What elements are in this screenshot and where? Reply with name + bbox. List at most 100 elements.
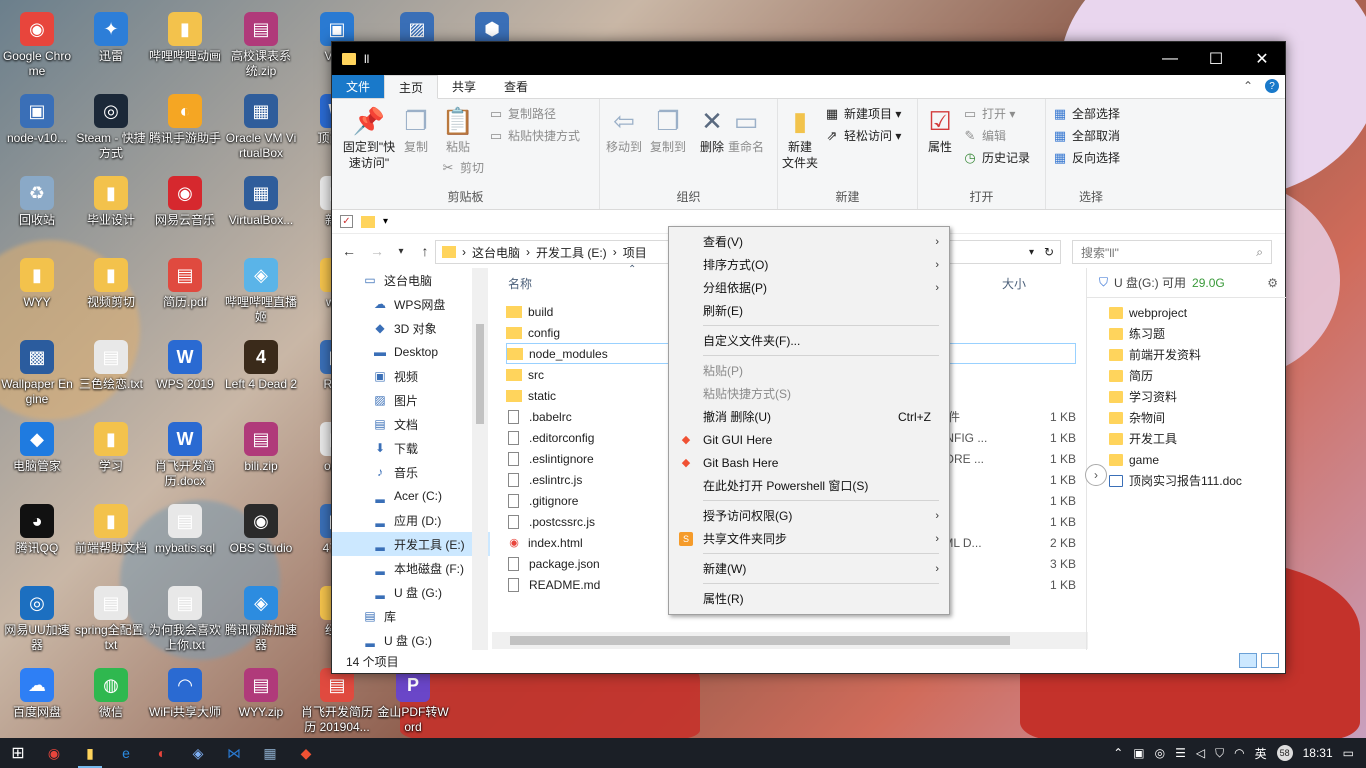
tab-file[interactable]: 文件: [332, 75, 385, 98]
column-size[interactable]: 大小: [1002, 275, 1026, 292]
select-all-button[interactable]: ▦ 全部选择: [1052, 105, 1120, 122]
edge-icon[interactable]: e: [108, 738, 144, 768]
nav-item[interactable]: ▂ U 盘 (G:): [332, 580, 490, 604]
cut-button[interactable]: ✂ 剪切: [440, 159, 484, 176]
desktop-icon[interactable]: ▦ VirtualBox...: [224, 172, 298, 250]
forward-arrow-icon[interactable]: →: [368, 243, 386, 259]
volume-icon[interactable]: ◁: [1196, 746, 1205, 760]
menu-item[interactable]: 授予访问权限(G) ›: [669, 504, 949, 527]
move-to-button[interactable]: ⇦ 移动到: [606, 105, 642, 155]
desktop-icon[interactable]: ◠ WiFi共享大师: [148, 664, 222, 742]
desktop-icon[interactable]: P 金山PDF转Word: [376, 664, 450, 742]
nav-item[interactable]: ▬ Desktop: [332, 340, 490, 364]
new-folder-button[interactable]: ▮ 新建 文件夹: [782, 105, 818, 171]
desktop-icon[interactable]: ▣ node-v10...: [0, 90, 74, 168]
desktop-icon[interactable]: W 肖飞开发简历.docx: [148, 418, 222, 496]
copy-button[interactable]: ❐ 复制: [400, 105, 432, 155]
desktop-icon[interactable]: ▤ spring全配置.txt: [74, 582, 148, 660]
tray-shield-icon[interactable]: ⛉: [1215, 746, 1224, 761]
desktop-icon[interactable]: ◎ Steam - 快捷方式: [74, 90, 148, 168]
desktop-icon[interactable]: ▮ 学习: [74, 418, 148, 496]
nav-item[interactable]: ▤ 库: [332, 604, 490, 628]
ribbon-collapse-icon[interactable]: ⌃: [1243, 79, 1253, 93]
qat-dropdown-icon[interactable]: ▾: [383, 216, 388, 227]
tab-home[interactable]: 主页: [384, 75, 439, 99]
desktop-icon[interactable]: ▮ 前端帮助文档: [74, 500, 148, 578]
desktop-icon[interactable]: ▤ 肖飞开发简历 历 201904...: [300, 664, 374, 742]
breadcrumb-drive-e[interactable]: 开发工具 (E:): [536, 244, 607, 261]
delete-button[interactable]: ✕ 删除: [696, 105, 728, 155]
desktop-icon[interactable]: ☁ 百度网盘: [0, 664, 74, 742]
sync-list-item[interactable]: 前端开发资料: [1087, 344, 1286, 365]
clock[interactable]: 18:31: [1303, 746, 1333, 760]
menu-item[interactable]: 查看(V) ›: [669, 230, 949, 253]
rename-button[interactable]: ▭ 重命名: [728, 105, 764, 155]
tray-app-icon[interactable]: ▣: [1133, 746, 1144, 760]
sync-list-item[interactable]: game: [1087, 449, 1286, 470]
desktop-icon[interactable]: ▤ 三色绘恋.txt: [74, 336, 148, 414]
desktop-icon[interactable]: ▮ 视频剪切: [74, 254, 148, 332]
virtualbox-icon[interactable]: ▦: [252, 738, 288, 768]
nav-item[interactable]: ▂ 应用 (D:): [332, 508, 490, 532]
desktop-icon[interactable]: ▤ WYY.zip: [224, 664, 298, 742]
desktop-icon[interactable]: ◉ 网易云音乐: [148, 172, 222, 250]
nav-item[interactable]: ▂ 开发工具 (E:): [332, 532, 490, 556]
notification-icon[interactable]: ▭: [1343, 746, 1354, 760]
desktop-icon[interactable]: ◈ 腾讯网游加速器: [224, 582, 298, 660]
menu-item[interactable]: 排序方式(O) ›: [669, 253, 949, 276]
desktop-icon[interactable]: W WPS 2019: [148, 336, 222, 414]
git-icon[interactable]: ◆: [288, 738, 324, 768]
horizontal-scrollbar[interactable]: [492, 632, 1088, 649]
desktop-icon[interactable]: 4 Left 4 Dead 2: [224, 336, 298, 414]
desktop-icon[interactable]: ▤ bili.zip: [224, 418, 298, 496]
search-input[interactable]: 搜索"ll" ⌕: [1072, 240, 1272, 264]
desktop-icon[interactable]: ◉ Google Chrome: [0, 8, 74, 86]
nav-item[interactable]: ◆ 3D 对象: [332, 316, 490, 340]
properties-check-icon[interactable]: ✓: [340, 215, 353, 228]
menu-item[interactable]: 属性(R): [669, 587, 949, 610]
recent-dropdown-icon[interactable]: ▾: [396, 246, 406, 257]
desktop-icon[interactable]: ◎ 网易UU加速器: [0, 582, 74, 660]
gear-icon[interactable]: ⚙: [1267, 276, 1278, 290]
edit-button[interactable]: ✎ 编辑: [962, 127, 1006, 144]
new-item-button[interactable]: ▦ 新建项目 ▾: [824, 105, 902, 122]
sync-list-item[interactable]: 简历: [1087, 365, 1286, 386]
column-name[interactable]: 名称: [508, 275, 532, 292]
nav-item[interactable]: ♪ 音乐: [332, 460, 490, 484]
nav-item[interactable]: ▣ 视频: [332, 364, 490, 388]
sync-list-item[interactable]: webproject: [1087, 302, 1286, 323]
nav-scrollbar[interactable]: [472, 268, 488, 650]
paste-shortcut-button[interactable]: ▭ 粘贴快捷方式: [488, 127, 580, 144]
desktop-icon[interactable]: ▤ 高校课表系统.zip: [224, 8, 298, 86]
desktop-icon[interactable]: ◈ 哔哩哔哩直播姬: [224, 254, 298, 332]
menu-item[interactable]: 粘贴快捷方式(S): [669, 382, 949, 405]
copy-to-button[interactable]: ❐ 复制到: [650, 105, 686, 155]
desktop-icon[interactable]: ◍ 微信: [74, 664, 148, 742]
select-none-button[interactable]: ▦ 全部取消: [1052, 127, 1120, 144]
refresh-icon[interactable]: ↻: [1044, 245, 1054, 259]
sync-list-item[interactable]: 练习题: [1087, 323, 1286, 344]
nav-item[interactable]: ▂ U 盘 (G:): [332, 628, 490, 650]
file-explorer-icon[interactable]: ▮: [72, 738, 108, 768]
nav-item[interactable]: ▭ 这台电脑: [332, 268, 490, 292]
sync-list-item[interactable]: 学习资料: [1087, 386, 1286, 407]
nav-item[interactable]: ▨ 图片: [332, 388, 490, 412]
horizontal-scrollbar-thumb[interactable]: [510, 636, 1010, 645]
details-view-icon[interactable]: [1239, 653, 1257, 668]
nav-item[interactable]: ▤ 文档: [332, 412, 490, 436]
menu-item[interactable]: 新建(W) ›: [669, 557, 949, 580]
desktop-icon[interactable]: ▮ 毕业设计: [74, 172, 148, 250]
expand-arrow-icon[interactable]: ›: [1085, 464, 1107, 486]
maximize-button[interactable]: ☐: [1193, 42, 1239, 75]
breadcrumb-pc[interactable]: 这台电脑: [472, 244, 520, 261]
sync-list-item[interactable]: 杂物间: [1087, 407, 1286, 428]
menu-item[interactable]: 撤消 删除(U) Ctrl+Z: [669, 405, 949, 428]
nav-item[interactable]: ▂ 本地磁盘 (F:): [332, 556, 490, 580]
chevron-up-icon[interactable]: ⌃: [1113, 746, 1123, 760]
menu-item[interactable]: 刷新(E): [669, 299, 949, 322]
nav-item[interactable]: ⬇ 下载: [332, 436, 490, 460]
title-bar[interactable]: ll — ☐ ✕: [332, 42, 1285, 75]
menu-item[interactable]: 自定义文件夹(F)...: [669, 329, 949, 352]
new-folder-qat-icon[interactable]: [361, 215, 375, 228]
language-indicator[interactable]: 英: [1255, 745, 1267, 762]
